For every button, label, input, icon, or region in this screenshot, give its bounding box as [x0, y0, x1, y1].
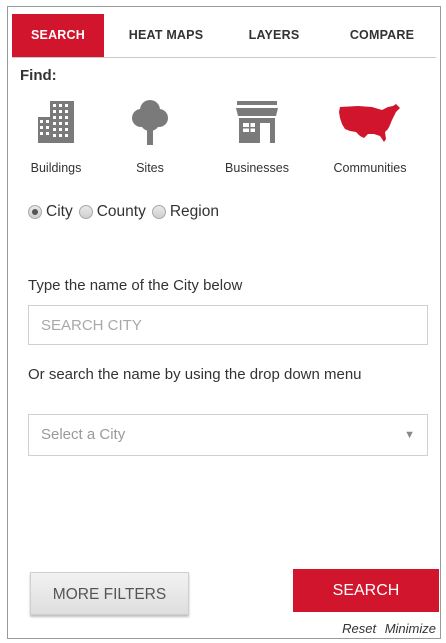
- tab-search[interactable]: SEARCH: [12, 14, 104, 57]
- radio-county[interactable]: County: [78, 203, 146, 221]
- category-label: Buildings: [30, 161, 82, 175]
- dropdown-prompt: Or search the name by using the drop dow…: [28, 366, 362, 383]
- dropdown-selected-value: Select a City: [41, 426, 126, 443]
- radio-label: Region: [169, 203, 219, 220]
- radio-city[interactable]: City: [28, 203, 73, 221]
- category-label: Communities: [333, 161, 407, 175]
- radio-label: County: [96, 203, 146, 220]
- buildings-icon: [38, 101, 74, 143]
- category-sites[interactable]: Sites: [120, 99, 180, 179]
- radio-button-checked[interactable]: [28, 205, 42, 219]
- storefront-icon: [236, 101, 278, 143]
- category-communities[interactable]: Communities: [328, 99, 412, 179]
- tree-icon: [132, 100, 168, 145]
- category-buildings[interactable]: Buildings: [24, 99, 88, 179]
- find-label: Find:: [20, 67, 57, 84]
- city-dropdown[interactable]: Select a City ▼: [28, 414, 428, 456]
- category-label: Businesses: [225, 161, 289, 175]
- radio-button[interactable]: [78, 205, 93, 219]
- tab-heat-maps[interactable]: HEAT MAPS: [116, 14, 216, 57]
- usa-map-icon: [339, 104, 400, 142]
- search-panel: SEARCH HEAT MAPS LAYERS COMPARE Find: Bu…: [7, 6, 441, 639]
- tab-compare[interactable]: COMPARE: [332, 14, 432, 57]
- tab-bar: SEARCH HEAT MAPS LAYERS COMPARE: [12, 14, 436, 58]
- tab-layers[interactable]: LAYERS: [234, 14, 314, 57]
- category-label: Sites: [136, 161, 164, 175]
- radio-button[interactable]: [151, 205, 166, 219]
- minimize-link[interactable]: Minimize: [385, 621, 436, 636]
- area-type-radio-group: City County Region: [28, 203, 225, 221]
- category-businesses[interactable]: Businesses: [218, 99, 296, 179]
- more-filters-button[interactable]: MORE FILTERS: [30, 572, 189, 615]
- city-search-input[interactable]: [28, 305, 428, 345]
- search-prompt: Type the name of the City below: [28, 277, 243, 294]
- radio-region[interactable]: Region: [151, 203, 219, 221]
- reset-link[interactable]: Reset: [342, 621, 376, 636]
- radio-label: City: [46, 203, 73, 220]
- caret-down-icon: ▼: [404, 429, 415, 441]
- search-button[interactable]: SEARCH: [293, 569, 439, 612]
- footer-links: Reset Minimize: [337, 621, 436, 636]
